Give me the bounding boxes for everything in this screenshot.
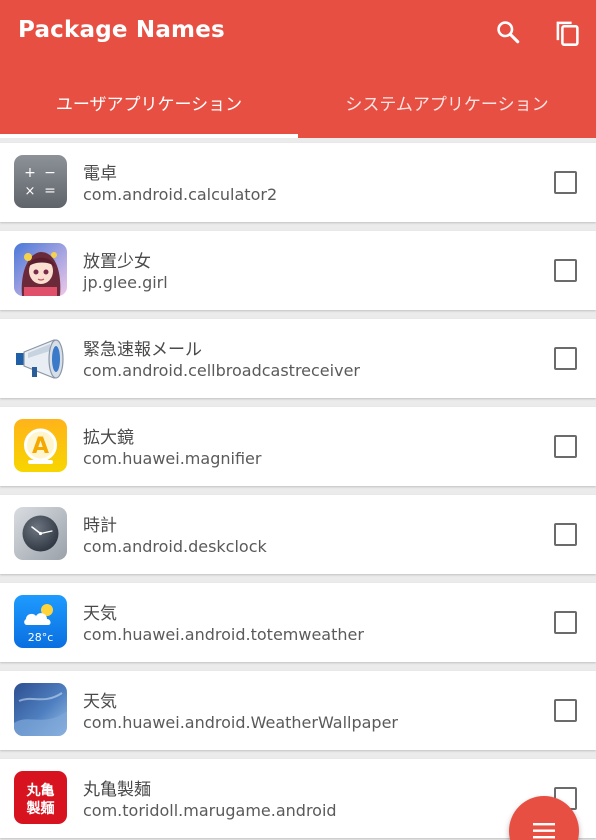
tab-bar: ユーザアプリケーション システムアプリケーション [0, 70, 596, 138]
copy-icon [556, 21, 579, 46]
tab-user-apps-label: ユーザアプリケーション [55, 94, 243, 115]
list-item[interactable]: 天気 com.huawei.android.WeatherWallpaper [0, 671, 596, 750]
tab-system-apps-label: システムアプリケーション [345, 94, 549, 115]
package-name: jp.glee.girl [83, 273, 168, 292]
marugame-logo-icon: 丸亀 製麺 [14, 771, 67, 824]
list-item[interactable]: + − × = 電卓 com.android.calculator2 [0, 143, 596, 222]
app-name: 拡大鏡 [83, 428, 134, 448]
weather-icon-temp: 28°c [28, 631, 54, 644]
package-name: com.android.cellbroadcastreceiver [83, 361, 360, 380]
menu-icon [533, 823, 555, 839]
app-name: 緊急速報メール [83, 340, 202, 360]
app-name: 時計 [83, 516, 117, 536]
list-item[interactable]: 時計 com.android.deskclock [0, 495, 596, 574]
app-title: Package Names [18, 17, 225, 43]
svg-text:丸亀: 丸亀 [26, 782, 55, 799]
svg-text:=: = [44, 183, 56, 199]
package-name: com.android.deskclock [83, 537, 267, 556]
calculator-icon: + − × = [14, 155, 67, 208]
select-checkbox[interactable] [554, 259, 577, 282]
search-icon [497, 21, 520, 44]
magnifier-icon: A [14, 419, 67, 472]
svg-text:−: − [44, 165, 56, 181]
weather-icon: 28°c [14, 595, 67, 648]
list-item[interactable]: 緊急速報メール com.android.cellbroadcastreceive… [0, 319, 596, 398]
select-checkbox[interactable] [554, 435, 577, 458]
list-item[interactable]: 28°c 天気 com.huawei.android.totemweather [0, 583, 596, 662]
package-name: com.toridoll.marugame.android [83, 801, 337, 820]
package-name: com.huawei.magnifier [83, 449, 262, 468]
select-checkbox[interactable] [554, 611, 577, 634]
tab-system-apps[interactable]: システムアプリケーション [298, 70, 596, 138]
list-item[interactable]: 放置少女 jp.glee.girl [0, 231, 596, 310]
svg-text:A: A [32, 434, 49, 459]
app-name: 放置少女 [83, 252, 151, 272]
package-name: com.huawei.android.WeatherWallpaper [83, 713, 399, 732]
search-button[interactable] [490, 14, 526, 50]
app-name: 天気 [83, 604, 117, 624]
megaphone-icon [14, 331, 67, 384]
svg-text:+: + [24, 165, 36, 181]
svg-text:×: × [25, 184, 36, 199]
select-checkbox[interactable] [554, 699, 577, 722]
package-name: com.huawei.android.totemweather [83, 625, 364, 644]
copy-button[interactable] [549, 14, 585, 50]
clock-icon [14, 507, 67, 560]
app-name: 電卓 [83, 164, 117, 184]
app-bar: Package Names ユーザアプリケーション システムアプリケーション [0, 0, 596, 138]
list-item[interactable]: 丸亀 製麺 丸亀製麺 com.toridoll.marugame.android [0, 759, 596, 838]
package-name: com.android.calculator2 [83, 185, 278, 204]
select-checkbox[interactable] [554, 171, 577, 194]
select-checkbox[interactable] [554, 347, 577, 370]
list-item[interactable]: A 拡大鏡 com.huawei.magnifier [0, 407, 596, 486]
weather-wallpaper-icon [14, 683, 67, 736]
game-character-icon [14, 243, 67, 296]
tab-indicator [0, 134, 298, 138]
app-name: 天気 [83, 692, 117, 712]
select-checkbox[interactable] [554, 523, 577, 546]
app-name: 丸亀製麺 [83, 780, 151, 800]
tab-user-apps[interactable]: ユーザアプリケーション [0, 70, 298, 138]
svg-text:製麺: 製麺 [26, 800, 55, 817]
